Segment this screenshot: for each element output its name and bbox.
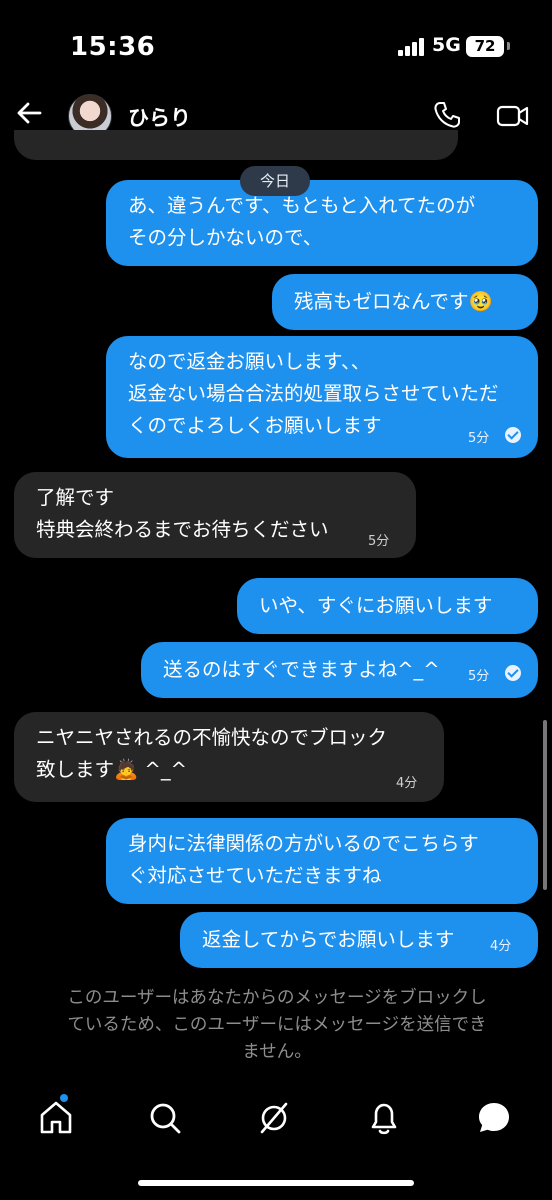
status-time: 15:36 [70,32,156,62]
home-indicator [138,1180,414,1186]
search-icon[interactable] [145,1098,185,1138]
battery-tip [507,42,510,50]
message-bubble-outgoing[interactable]: いや、すぐにお願いします [237,578,538,634]
message-bubble-incoming[interactable]: ニヤニヤされるの不愉快なのでブロック 致します🙇 ^_^ [14,712,444,802]
message-time: 4分 [490,939,512,954]
scrollbar[interactable] [543,720,547,890]
date-separator: 今日 [240,166,310,196]
contact-name[interactable]: ひらり [128,102,191,132]
blocked-notice: このユーザーはあなたからのメッセージをブロックし ているため、このユーザーにはメ… [67,988,487,1062]
message-bubble-outgoing[interactable]: 残高もゼロなんです🥹 [272,274,538,330]
message-bubble-outgoing[interactable]: 身内に法律関係の方がいるのでこちらす ぐ対応させていただきますね [106,818,538,904]
back-arrow-icon[interactable] [14,98,44,128]
home-notification-dot [60,1094,68,1102]
message-time: 4分 [396,776,418,791]
message-time: 5分 [468,669,490,684]
home-icon[interactable] [36,1098,76,1138]
message-bubble-outgoing[interactable]: あ、違うんです、もともと入れてたのが その分しかないので、 [106,180,538,266]
previous-message-bubble [14,130,458,160]
phone-icon[interactable] [432,100,462,130]
read-receipt-icon [505,665,521,681]
video-call-icon[interactable] [496,102,530,130]
notifications-icon[interactable] [364,1098,404,1138]
read-receipt-icon [505,427,521,443]
signal-icon [398,38,426,56]
explore-icon[interactable] [254,1098,294,1138]
message-bubble-outgoing[interactable]: 返金してからでお願いします [180,912,538,968]
message-bubble-incoming[interactable]: 了解です 特典会終わるまでお待ちください [14,472,416,558]
status-bar: 15:36 5G 72 [0,0,552,90]
battery-icon: 72 [466,36,504,57]
message-thread[interactable]: 今日 あ、違うんです、もともと入れてたのが その分しかないので、 残高もゼロなん… [0,130,552,968]
messages-icon[interactable] [474,1098,514,1138]
network-type: 5G [432,34,461,56]
message-time: 5分 [468,431,490,446]
message-time: 5分 [368,534,390,549]
